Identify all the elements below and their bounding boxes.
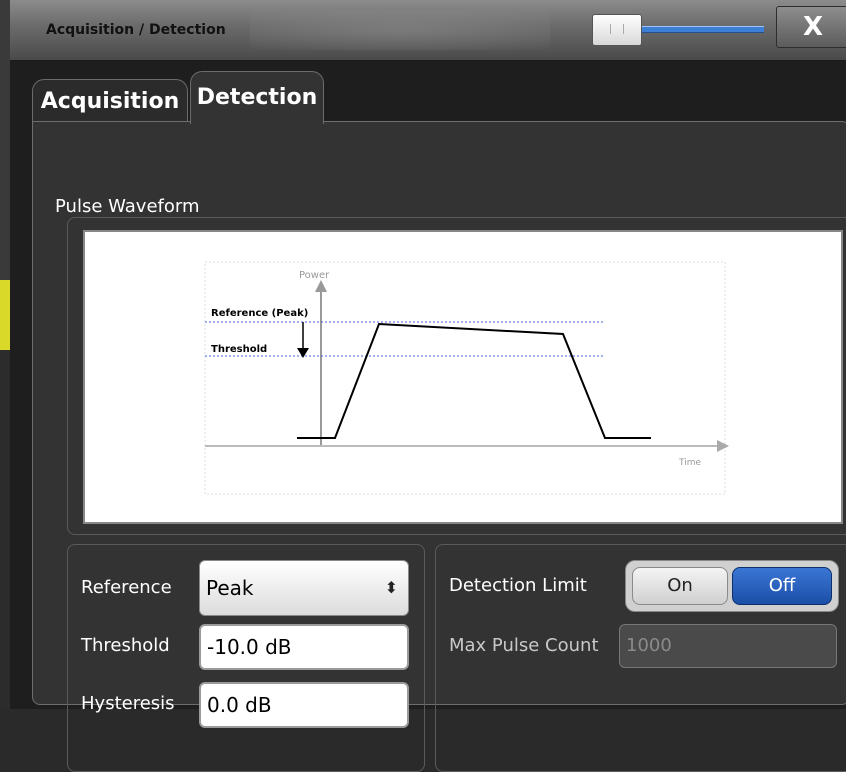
background-app-edge [0,0,10,709]
threshold-label: Threshold [211,344,267,355]
threshold-label: Threshold [81,635,170,656]
transparency-slider-handle[interactable] [592,14,642,46]
max-pulse-count-input[interactable]: 1000 [619,624,837,668]
grip-icon [610,24,624,34]
pulse-waveform-title: Pulse Waveform [55,196,200,217]
power-axis-label: Power [299,270,330,281]
reference-select-value: Peak [206,576,254,600]
time-axis-arrow-icon [717,440,729,452]
threshold-input[interactable]: -10.0 dB [199,624,409,670]
title-bar-background-glow [250,10,550,50]
transparency-slider-track[interactable] [642,26,764,33]
detection-limit-toggle[interactable]: On Off [625,560,839,612]
select-arrows-icon: ⬍ [384,578,398,597]
title-bar: Acquisition / Detection X [10,0,846,61]
tab-detection[interactable]: Detection [190,71,324,124]
pulse-trace [297,322,651,439]
detection-limit-label: Detection Limit [449,575,587,596]
hysteresis-label: Hysteresis [81,693,175,714]
power-axis-arrow-icon [315,280,327,292]
detection-limit-off-button[interactable]: Off [732,567,832,605]
reference-select[interactable]: Peak ⬍ [199,560,409,616]
reference-label: Reference [81,577,172,598]
tab-acquisition[interactable]: Acquisition [32,79,188,124]
reference-peak-label: Reference (Peak) [211,308,308,319]
close-button[interactable]: X [776,6,846,48]
diagram-plot-area [204,261,726,495]
time-axis-label: Time [678,458,701,468]
pulse-waveform-diagram: Power Time Reference (Peak) Threshold [83,230,843,524]
detection-panel: Pulse Waveform Power Time Reference (Pea… [32,121,846,772]
dialog-body: Acquisition Detection Pulse Waveform Pow… [10,61,846,772]
window-title: Acquisition / Detection [46,22,226,38]
detection-limit-on-button[interactable]: On [632,567,728,605]
max-pulse-count-label: Max Pulse Count [449,635,599,656]
hysteresis-input[interactable]: 0.0 dB [199,682,409,728]
